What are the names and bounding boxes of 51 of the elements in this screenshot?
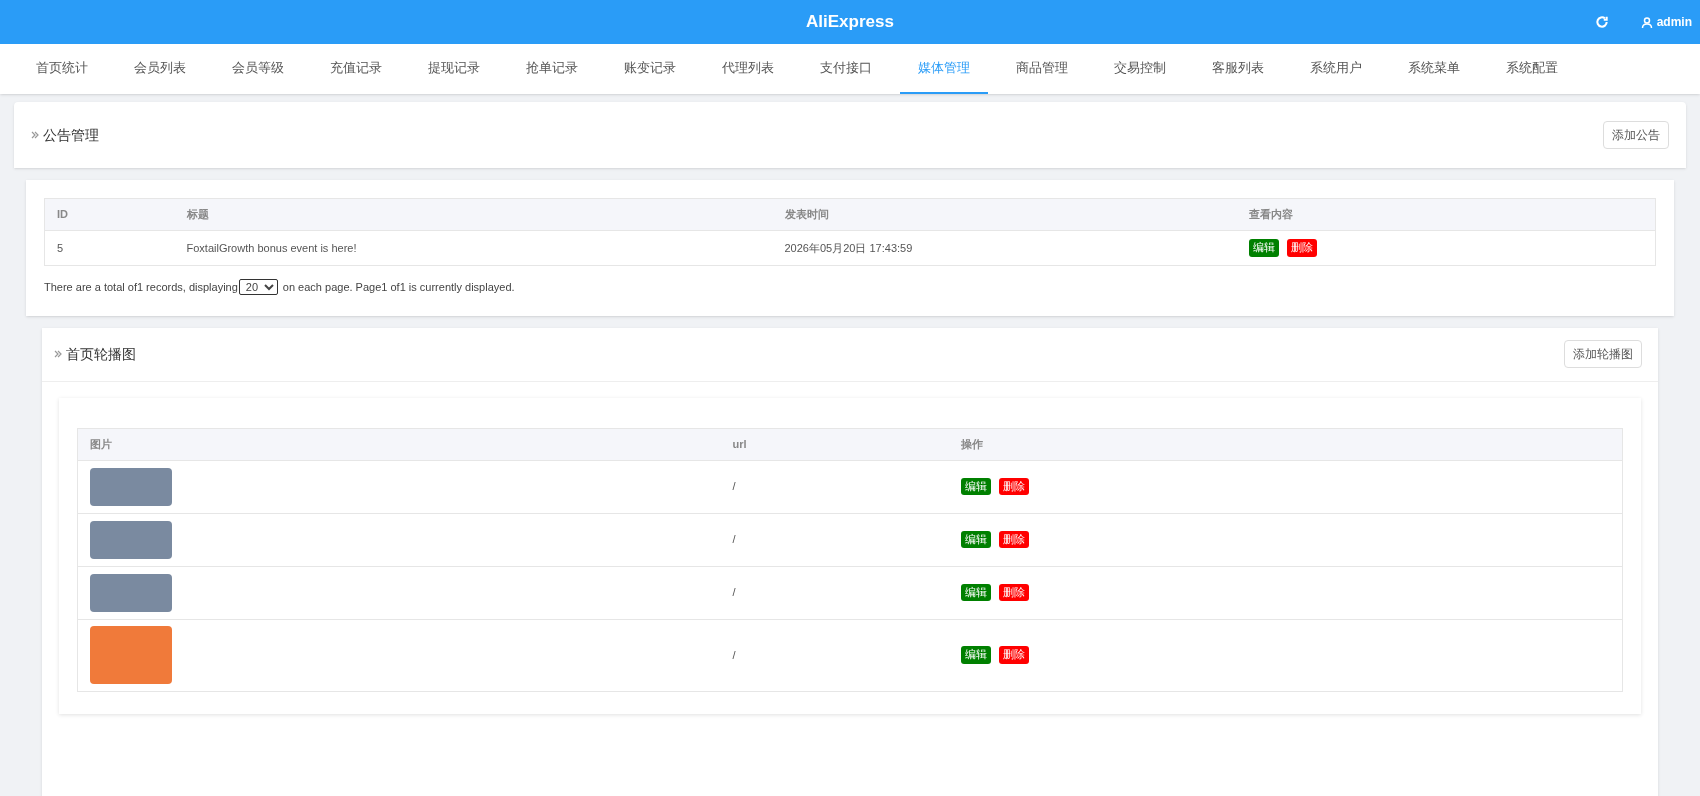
nav-tab[interactable]: 会员列表	[116, 44, 204, 94]
nav-tab[interactable]: 支付接口	[802, 44, 890, 94]
nav-tab[interactable]: 会员等级	[214, 44, 302, 94]
nav-tab[interactable]: 提现记录	[410, 44, 498, 94]
table-cell: /	[732, 566, 961, 619]
nav-tab[interactable]: 充值记录	[312, 44, 400, 94]
column-header: 标题	[174, 198, 773, 231]
table-cell: 5	[44, 230, 175, 266]
table-cell: /	[732, 460, 961, 513]
delete-button[interactable]: 删除	[1286, 239, 1317, 257]
edit-button[interactable]: 编辑	[1248, 239, 1279, 257]
user-icon	[1640, 15, 1653, 29]
nav-tab[interactable]: 系统用户	[1292, 44, 1380, 94]
delete-button[interactable]: 删除	[998, 477, 1029, 496]
table-cell: /	[732, 513, 961, 566]
section-title: 首页轮播图	[66, 344, 136, 364]
nav-tab[interactable]: 交易控制	[1096, 44, 1184, 94]
nav-tab[interactable]: 客服列表	[1194, 44, 1282, 94]
column-header: 查看内容	[1236, 198, 1656, 231]
edit-button[interactable]: 编辑	[960, 646, 991, 664]
nav-tab[interactable]: 抢单记录	[508, 44, 596, 94]
pagination-text: on each page. Page1 of1 is currently displayed.	[282, 280, 515, 295]
nav-tab[interactable]: 系统配置	[1488, 44, 1576, 94]
double-chevron-icon	[54, 350, 62, 358]
edit-button[interactable]: 编辑	[960, 583, 991, 602]
double-chevron-icon	[31, 131, 39, 139]
column-header: ID	[44, 198, 175, 231]
table-cell: FoxtailGrowth bonus event is here!	[174, 230, 773, 266]
pagination-text: There are a total of1 records, displaying	[44, 280, 238, 295]
delete-button[interactable]: 删除	[998, 583, 1029, 602]
column-header: 操作	[960, 428, 1623, 460]
add-button[interactable]: 添加公告	[1603, 121, 1669, 149]
delete-button[interactable]: 删除	[998, 646, 1029, 664]
column-header: 发表时间	[772, 198, 1237, 231]
delete-button[interactable]: 删除	[998, 530, 1029, 549]
column-header: 图片	[77, 428, 733, 460]
nav-tab[interactable]: 代理列表	[704, 44, 792, 94]
add-button[interactable]: 添加轮播图	[1564, 340, 1642, 368]
app-title: AliExpress	[806, 11, 894, 34]
nav-tab[interactable]: 首页统计	[18, 44, 106, 94]
table-cell: 2026年05月20日 17:43:59	[772, 230, 1237, 266]
column-header: url	[732, 428, 961, 460]
nav-tab[interactable]: 系统菜单	[1390, 44, 1478, 94]
nav-tab[interactable]: 商品管理	[998, 44, 1086, 94]
table-cell: /	[732, 619, 961, 691]
edit-button[interactable]: 编辑	[960, 477, 991, 496]
page-size-select[interactable]: 20	[238, 279, 278, 296]
section-title: 公告管理	[43, 125, 99, 145]
edit-button[interactable]: 编辑	[960, 530, 991, 549]
nav-tab[interactable]: 账变记录	[606, 44, 694, 94]
refresh-icon[interactable]	[1594, 15, 1609, 29]
